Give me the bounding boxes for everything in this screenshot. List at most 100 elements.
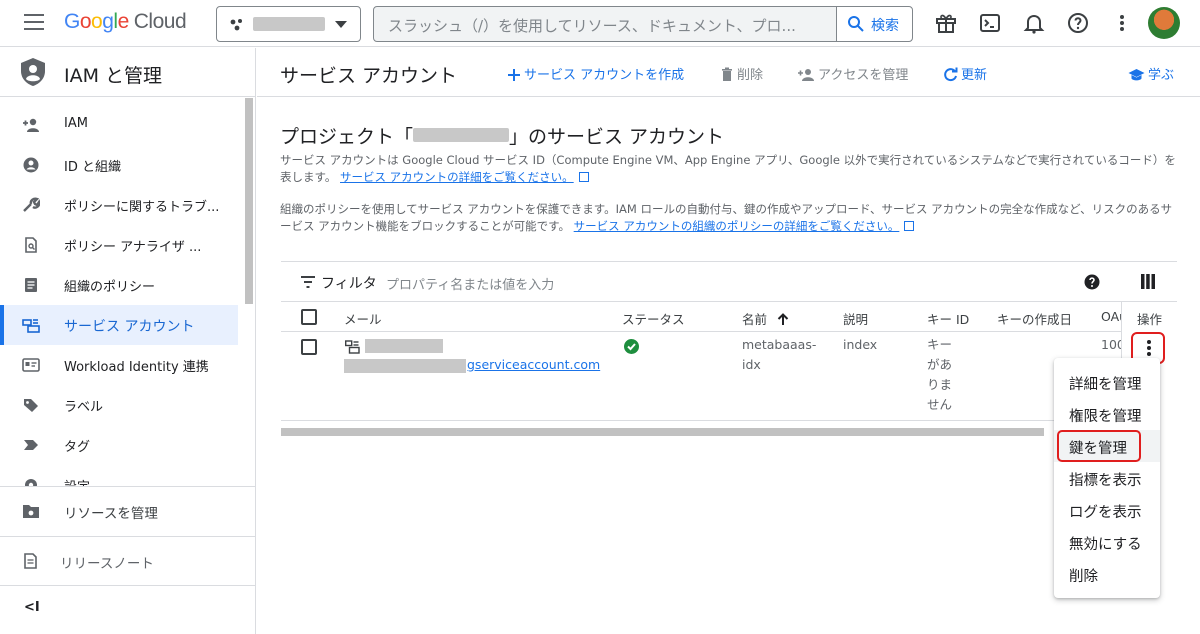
search-input[interactable]: スラッシュ（/）を使用してリソース、ドキュメント、プロ... (388, 15, 833, 36)
sidebar-item-label: サービス アカウント (64, 319, 195, 335)
column-email[interactable]: メール (344, 309, 382, 328)
sidebar-item-service-accounts[interactable]: サービス アカウント (0, 305, 238, 345)
help-icon[interactable] (1084, 274, 1100, 290)
sidebar-item-label: 設定 (64, 476, 229, 486)
service-account-email-link[interactable]: gserviceaccount.com (467, 355, 600, 375)
plus-icon (508, 69, 520, 81)
person-add-icon (23, 118, 39, 132)
list-doc-icon (25, 278, 37, 292)
google-cloud-logo[interactable]: Google Cloud (64, 10, 187, 34)
menu-item-disable[interactable]: 無効にする (1054, 526, 1160, 558)
search-bar[interactable]: スラッシュ（/）を使用してリソース、ドキュメント、プロ... 検索 (373, 6, 913, 42)
name-cell: metabaaas-idx (742, 337, 817, 372)
project-dots-icon (230, 19, 242, 31)
delete-button[interactable]: 削除 (720, 64, 763, 83)
project-picker[interactable] (216, 6, 361, 42)
column-key-created[interactable]: キーの作成日 (997, 309, 1072, 328)
column-key-id[interactable]: キー ID (927, 309, 969, 328)
description-paragraph-2: 組織のポリシーを使用してサービス アカウントを保護できます。IAM ロールの自動… (280, 201, 1180, 235)
refresh-button[interactable]: 更新 (943, 64, 987, 83)
sidebar-item-label: ラベル (64, 400, 104, 415)
external-link-icon (904, 221, 915, 231)
sidebar-item-settings[interactable]: 設定 (0, 465, 238, 486)
service-account-icon (22, 319, 40, 333)
avatar[interactable] (1148, 7, 1180, 39)
key-id-cell: キー があ りま せん (927, 337, 953, 412)
menu-item-manage-details[interactable]: 詳細を管理 (1054, 366, 1160, 398)
cloud-shell-terminal-icon[interactable] (978, 11, 1002, 35)
id-card-icon (22, 358, 40, 372)
sidebar-item-workload-identity[interactable]: Workload Identity 連携 (0, 345, 238, 385)
filter-bar: フィルタ プロパティ名または値を入力 (281, 261, 1177, 302)
sidebar-item-manage-resources[interactable]: リソースを管理 (0, 486, 255, 536)
sidebar-item-label: 組織のポリシー (64, 280, 156, 295)
chevron-down-icon (335, 21, 347, 28)
filter-label: フィルタ (321, 276, 377, 292)
heading-suffix: 」のサービス アカウント (509, 126, 725, 148)
help-icon[interactable] (1066, 11, 1090, 35)
row-actions-menu: 詳細を管理 権限を管理 鍵を管理 指標を表示 ログを表示 無効にする 削除 (1054, 358, 1160, 598)
status-check-icon (624, 339, 639, 354)
release-notes-label: リリースノート (60, 556, 154, 572)
sidebar-item-label: ポリシー アナライザ ... (64, 240, 202, 255)
trash-icon (722, 67, 732, 81)
gift-icon[interactable] (934, 11, 958, 35)
sidebar-item-identity-org[interactable]: ID と組織 (0, 145, 238, 185)
filter-input[interactable]: プロパティ名または値を入力 (386, 274, 554, 293)
column-status[interactable]: ステータス (622, 309, 685, 328)
sidebar-collapse-button[interactable]: <I (0, 585, 255, 634)
column-name[interactable]: 名前 (742, 309, 789, 328)
select-all-checkbox[interactable] (301, 309, 317, 325)
org-policy-docs-link[interactable]: サービス アカウントの組織のポリシーの詳細をご覧ください。 (574, 219, 900, 233)
project-name-redacted (253, 17, 325, 31)
sidebar-item-policy-troubleshooter[interactable]: ポリシーに関するトラブ... (0, 185, 238, 225)
sidebar-item-org-policies[interactable]: 組織のポリシー (0, 265, 238, 305)
menu-item-delete[interactable]: 削除 (1054, 558, 1160, 590)
sidebar-item-release-notes[interactable]: リリースノート (0, 536, 255, 586)
manage-resources-label: リソースを管理 (64, 506, 158, 522)
table-row[interactable]: gserviceaccount.com metabaaas-idx index … (281, 333, 1177, 421)
sidebar-scrollbar[interactable] (245, 98, 253, 304)
sidebar-item-label: ポリシーに関するトラブ... (64, 200, 220, 215)
column-description[interactable]: 説明 (843, 309, 868, 328)
notifications-bell-icon[interactable] (1022, 11, 1046, 35)
sidebar-item-iam[interactable]: IAM (0, 105, 238, 145)
label-icon (24, 399, 38, 412)
column-actions: 操作 (1137, 312, 1163, 327)
sidebar-item-labels[interactable]: ラベル (0, 385, 238, 425)
menu-item-view-metrics[interactable]: 指標を表示 (1054, 462, 1160, 494)
sidebar-title: IAM と管理 (64, 65, 163, 87)
school-icon (1128, 69, 1145, 81)
column-display-icon[interactable] (1141, 274, 1155, 289)
description-cell: index (843, 337, 878, 352)
search-button[interactable]: 検索 (836, 7, 912, 41)
sidebar-item-label: IAM (64, 116, 88, 131)
hamburger-menu-icon[interactable] (24, 14, 44, 32)
create-service-account-button[interactable]: サービス アカウントを作成 (507, 64, 684, 83)
wrench-icon (23, 197, 40, 212)
sidebar: IAM と管理 IAM ID と組織 ポリシーに関するトラブ... ポリシー ア… (0, 48, 256, 634)
page-header: サービス アカウント サービス アカウントを作成 削除 アクセスを管理 更新 学… (257, 48, 1200, 97)
learn-button[interactable]: 学ぶ (1128, 64, 1174, 83)
menu-item-manage-permissions[interactable]: 権限を管理 (1054, 398, 1160, 430)
menu-item-view-logs[interactable]: ログを表示 (1054, 494, 1160, 526)
heading-prefix: プロジェクト「 (280, 126, 414, 148)
account-name-redacted (365, 339, 443, 353)
top-bar: Google Cloud スラッシュ（/）を使用してリソース、ドキュメント、プロ.… (0, 0, 1200, 47)
page-title: サービス アカウント (280, 65, 458, 87)
manage-access-button[interactable]: アクセスを管理 (797, 64, 908, 83)
sidebar-item-label: ID と組織 (64, 160, 121, 175)
search-icon (848, 16, 864, 32)
document-search-icon (25, 237, 37, 253)
sidebar-item-policy-analyzer[interactable]: ポリシー アナライザ ... (0, 225, 238, 265)
sidebar-header: IAM と管理 (0, 48, 255, 97)
more-vert-icon[interactable] (1110, 11, 1134, 35)
service-account-docs-link[interactable]: サービス アカウントの詳細をご覧ください。 (340, 170, 574, 184)
sidebar-item-tags[interactable]: タグ (0, 425, 238, 465)
email-local-part-redacted (344, 359, 466, 373)
filter-icon (301, 276, 315, 288)
description-paragraph-1: サービス アカウントは Google Cloud サービス ID（Compute… (280, 152, 1180, 186)
row-checkbox[interactable] (301, 339, 317, 355)
table-horizontal-scrollbar[interactable] (281, 428, 1044, 436)
menu-item-manage-keys[interactable]: 鍵を管理 (1054, 430, 1160, 462)
